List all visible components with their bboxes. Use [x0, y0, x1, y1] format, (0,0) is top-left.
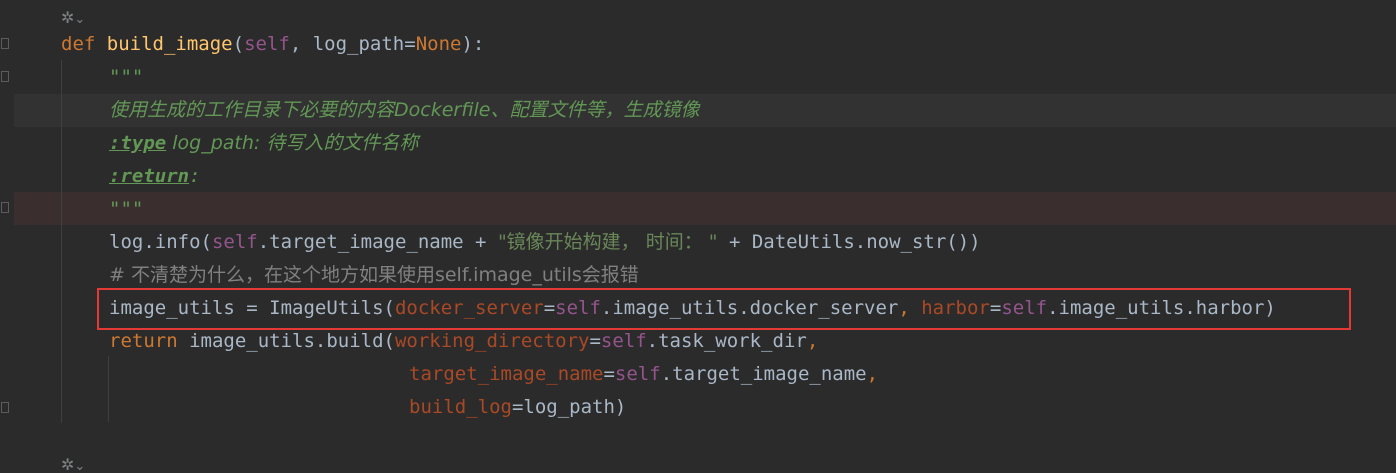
self-keyword: self [600, 330, 647, 352]
doc-tag: :type [109, 132, 167, 154]
error-line-highlight [0, 192, 1396, 225]
indent-guide [61, 60, 62, 423]
code-text: , log_path= [289, 33, 416, 55]
fold-marker-icon[interactable] [1, 202, 9, 213]
named-argument: target_image_name [409, 363, 604, 385]
keyword: return [109, 330, 178, 352]
code-line-log[interactable]: log.info(self.target_image_name + "镜像开始构… [109, 226, 981, 259]
code-text: , [866, 363, 879, 385]
fold-marker-icon[interactable] [1, 38, 9, 49]
code-text: =log_path) [511, 396, 627, 418]
docstring-type: :type log_path: 待写入的文件名称 [109, 127, 418, 160]
code-editor[interactable]: ✲⌄ def build_image(self, log_path=None):… [0, 0, 1396, 473]
named-argument: build_log [409, 396, 512, 418]
fold-marker-icon[interactable] [1, 402, 9, 413]
inlay-hint-icon[interactable]: ✲⌄ [61, 455, 95, 473]
code-line-return-arg2[interactable]: target_image_name=self.target_image_name… [409, 358, 878, 391]
code-text: image_utils.build( [177, 330, 395, 352]
named-argument: working_directory [394, 330, 590, 352]
self-keyword: self [614, 363, 661, 385]
gutter[interactable] [0, 0, 14, 473]
code-text: = [603, 363, 615, 385]
keyword: None [415, 33, 462, 55]
string-literal: "镜像开始构建， 时间： " [497, 231, 718, 253]
code-text: .task_work_dir [646, 330, 807, 352]
code-text: + DateUtils.now_str()) [717, 231, 981, 253]
doc-text: : [189, 165, 201, 187]
self-keyword: self [244, 33, 290, 55]
code-line-def[interactable]: def build_image(self, log_path=None): [61, 28, 484, 61]
keyword: def [61, 33, 96, 55]
docstring-close: """ [109, 198, 144, 220]
fold-marker-icon[interactable] [1, 71, 9, 82]
indent-guide [108, 356, 109, 422]
code-text: ( [232, 33, 245, 55]
code-text: log.info( [109, 231, 212, 253]
docstring-open: """ [109, 66, 144, 88]
doc-text: log_path: 待写入的文件名称 [166, 132, 419, 154]
self-keyword: self [211, 231, 258, 253]
code-text: ): [461, 33, 485, 55]
docstring-description: 使用生成的工作目录下必要的内容Dockerfile、配置文件等，生成镜像 [109, 99, 700, 121]
code-text: = [589, 330, 601, 352]
code-text: .target_image_name + [257, 231, 498, 253]
highlight-box [97, 288, 1351, 330]
function-name: build_image [106, 33, 233, 55]
doc-tag: :return [109, 165, 190, 187]
code-text: , [806, 330, 819, 352]
docstring-return: :return: [109, 160, 201, 193]
code-text: .target_image_name [660, 363, 867, 385]
code-line-return-arg3[interactable]: build_log=log_path) [409, 391, 626, 424]
inlay-hint-icon[interactable]: ✲⌄ [61, 8, 95, 28]
